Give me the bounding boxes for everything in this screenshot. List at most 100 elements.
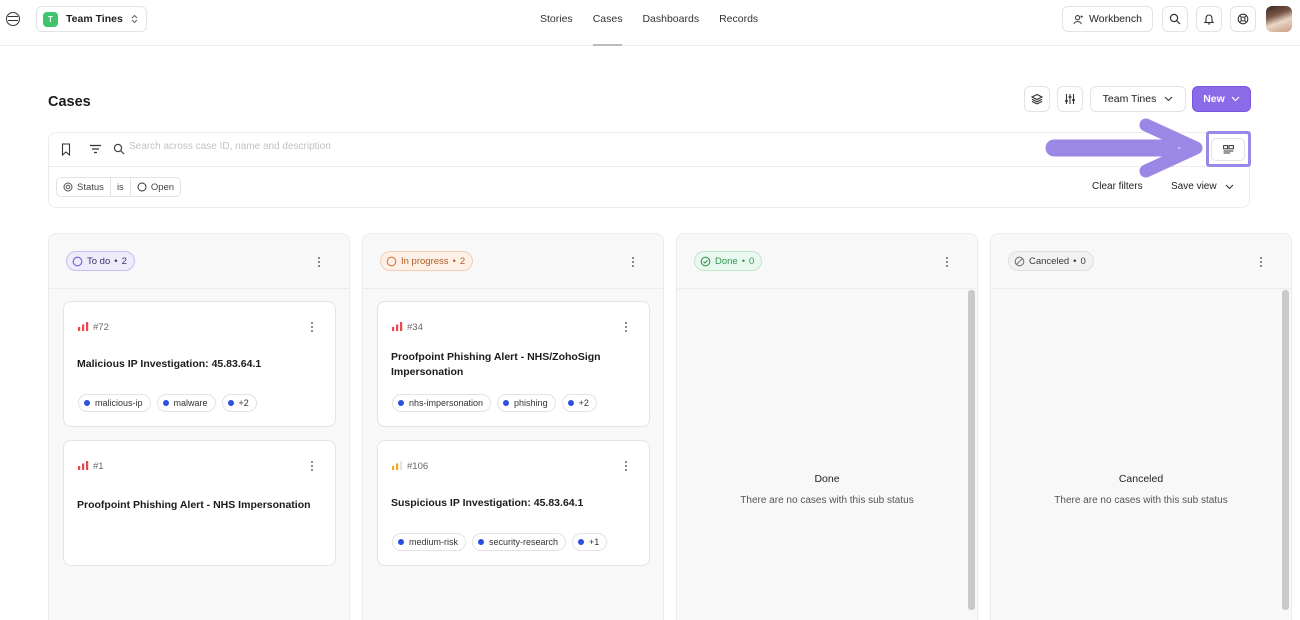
case-search-input[interactable] [129,141,929,152]
more-tags-chip[interactable]: +2 [221,394,257,412]
tag-chip[interactable]: medium-risk [392,533,467,551]
more-tags-chip[interactable]: +1 [572,533,608,551]
search-button[interactable] [1162,6,1188,32]
column-header: Canceled • 0 [991,234,1291,289]
separator-dot: • [741,255,746,267]
layers-button[interactable] [1024,86,1050,112]
column-menu-icon[interactable] [314,255,324,269]
case-id: #34 [407,322,423,333]
tag-label: medium-risk [409,537,459,547]
tag-list: medium-risk security-research +1 [392,533,613,551]
tag-label: nhs-impersonation [409,398,484,408]
chip-field-label: Status [77,181,104,193]
tag-chip[interactable]: malware [156,394,216,412]
column-scrollbar[interactable] [1282,290,1289,610]
nav-cases[interactable]: Cases [583,0,633,46]
case-id: #72 [93,322,109,333]
status-label: Canceled [1029,255,1070,267]
user-avatar[interactable] [1266,6,1292,32]
bookmark-icon[interactable] [61,143,71,156]
nav-records[interactable]: Records [709,0,768,46]
tag-chip[interactable]: nhs-impersonation [392,394,492,412]
case-card[interactable]: #34 Proofpoint Phishing Alert - NHS/Zoho… [377,301,650,427]
column-header: To do • 2 [49,234,349,289]
tag-chip[interactable]: phishing [497,394,556,412]
column-menu-icon[interactable] [942,255,952,269]
more-tags-chip[interactable]: +2 [561,394,597,412]
new-case-button[interactable]: New [1192,86,1251,112]
nav-dashboards[interactable]: Dashboards [632,0,709,46]
column-menu-icon[interactable] [628,255,638,269]
tag-chip[interactable]: malicious-ip [78,394,151,412]
priority-high-icon [78,461,89,470]
annotation-highlight-box [1206,131,1251,167]
tag-label: security-research [489,537,559,547]
status-label: To do [87,255,111,267]
more-tags-label: +1 [589,537,600,547]
column-menu-icon[interactable] [1256,255,1266,269]
status-pill-canceled: Canceled • 0 [1008,251,1094,271]
tag-label: phishing [514,398,548,408]
case-card[interactable]: #72 Malicious IP Investigation: 45.83.64… [63,301,336,427]
tag-label: malicious-ip [95,398,143,408]
case-id: #1 [93,461,104,472]
tag-chip[interactable]: security-research [472,533,567,551]
chevron-down-icon [1231,96,1240,102]
case-title: Suspicious IP Investigation: 45.83.64.1 [391,497,584,509]
chevron-updown-icon [131,14,138,24]
adjustments-button[interactable] [1057,86,1083,112]
column-header: In progress • 2 [363,234,663,289]
case-title: Proofpoint Phishing Alert - NHS/ZohoSign… [391,351,601,378]
case-id: #106 [407,461,429,472]
team-switcher[interactable]: T Team Tines [36,6,147,32]
priority-high-icon [392,322,403,331]
filter-icon[interactable] [89,144,102,154]
chip-operator[interactable]: is [109,178,130,196]
board-column-done: Done • 0 Done There are no cases with th… [676,233,978,620]
case-card[interactable]: #1 Proofpoint Phishing Alert - NHS Imper… [63,440,336,566]
case-title: Malicious IP Investigation: 45.83.64.1 [77,358,262,370]
status-count: 0 [1080,255,1086,267]
check-circle-icon [700,256,711,266]
top-bar: T Team Tines Stories Cases Dashboards Re… [0,0,1300,46]
lifebuoy-icon [1237,13,1249,25]
case-card[interactable]: #106 Suspicious IP Investigation: 45.83.… [377,440,650,566]
app-logo-icon[interactable] [6,12,20,26]
status-pill-todo: To do • 2 [66,251,135,271]
notifications-button[interactable] [1196,6,1222,32]
nav-stories[interactable]: Stories [530,0,583,46]
more-tags-label: +2 [238,398,249,408]
status-icon [63,182,73,192]
card-menu-icon[interactable] [307,459,317,473]
tag-list: nhs-impersonation phishing +2 [392,394,603,412]
card-menu-icon[interactable] [621,320,631,334]
team-avatar: T [43,11,58,27]
clear-filters-button[interactable]: Clear filters [1092,181,1143,192]
sliders-icon [1065,94,1075,104]
open-circle-icon [137,182,147,192]
bell-icon [1203,14,1215,25]
priority-medium-icon [392,461,403,470]
help-button[interactable] [1230,6,1256,32]
status-count: 2 [121,255,127,267]
card-menu-icon[interactable] [307,320,317,334]
save-view-button[interactable]: Save view [1171,181,1234,192]
todo-circle-icon [72,256,83,266]
empty-state-title: Canceled [1118,473,1164,485]
in-progress-circle-icon [386,256,397,266]
workbench-button[interactable]: Workbench [1062,6,1153,32]
chip-value[interactable]: Open [129,178,180,196]
chevron-down-icon [1225,184,1233,189]
canceled-circle-icon [1014,256,1025,266]
team-select[interactable]: Team Tines [1090,86,1186,112]
card-menu-icon[interactable] [621,459,631,473]
status-count: 0 [749,255,755,267]
main-nav: Stories Cases Dashboards Records [530,0,768,46]
case-title: Proofpoint Phishing Alert - NHS Imperson… [77,499,311,511]
status-count: 2 [459,255,466,267]
board-column-todo: To do • 2 #72 Malicious IP Investigation… [48,233,350,620]
status-filter-chip[interactable]: Status is Open [56,177,182,197]
status-label: In progress [401,255,449,267]
layers-icon [1031,93,1043,105]
column-scrollbar[interactable] [968,290,975,610]
